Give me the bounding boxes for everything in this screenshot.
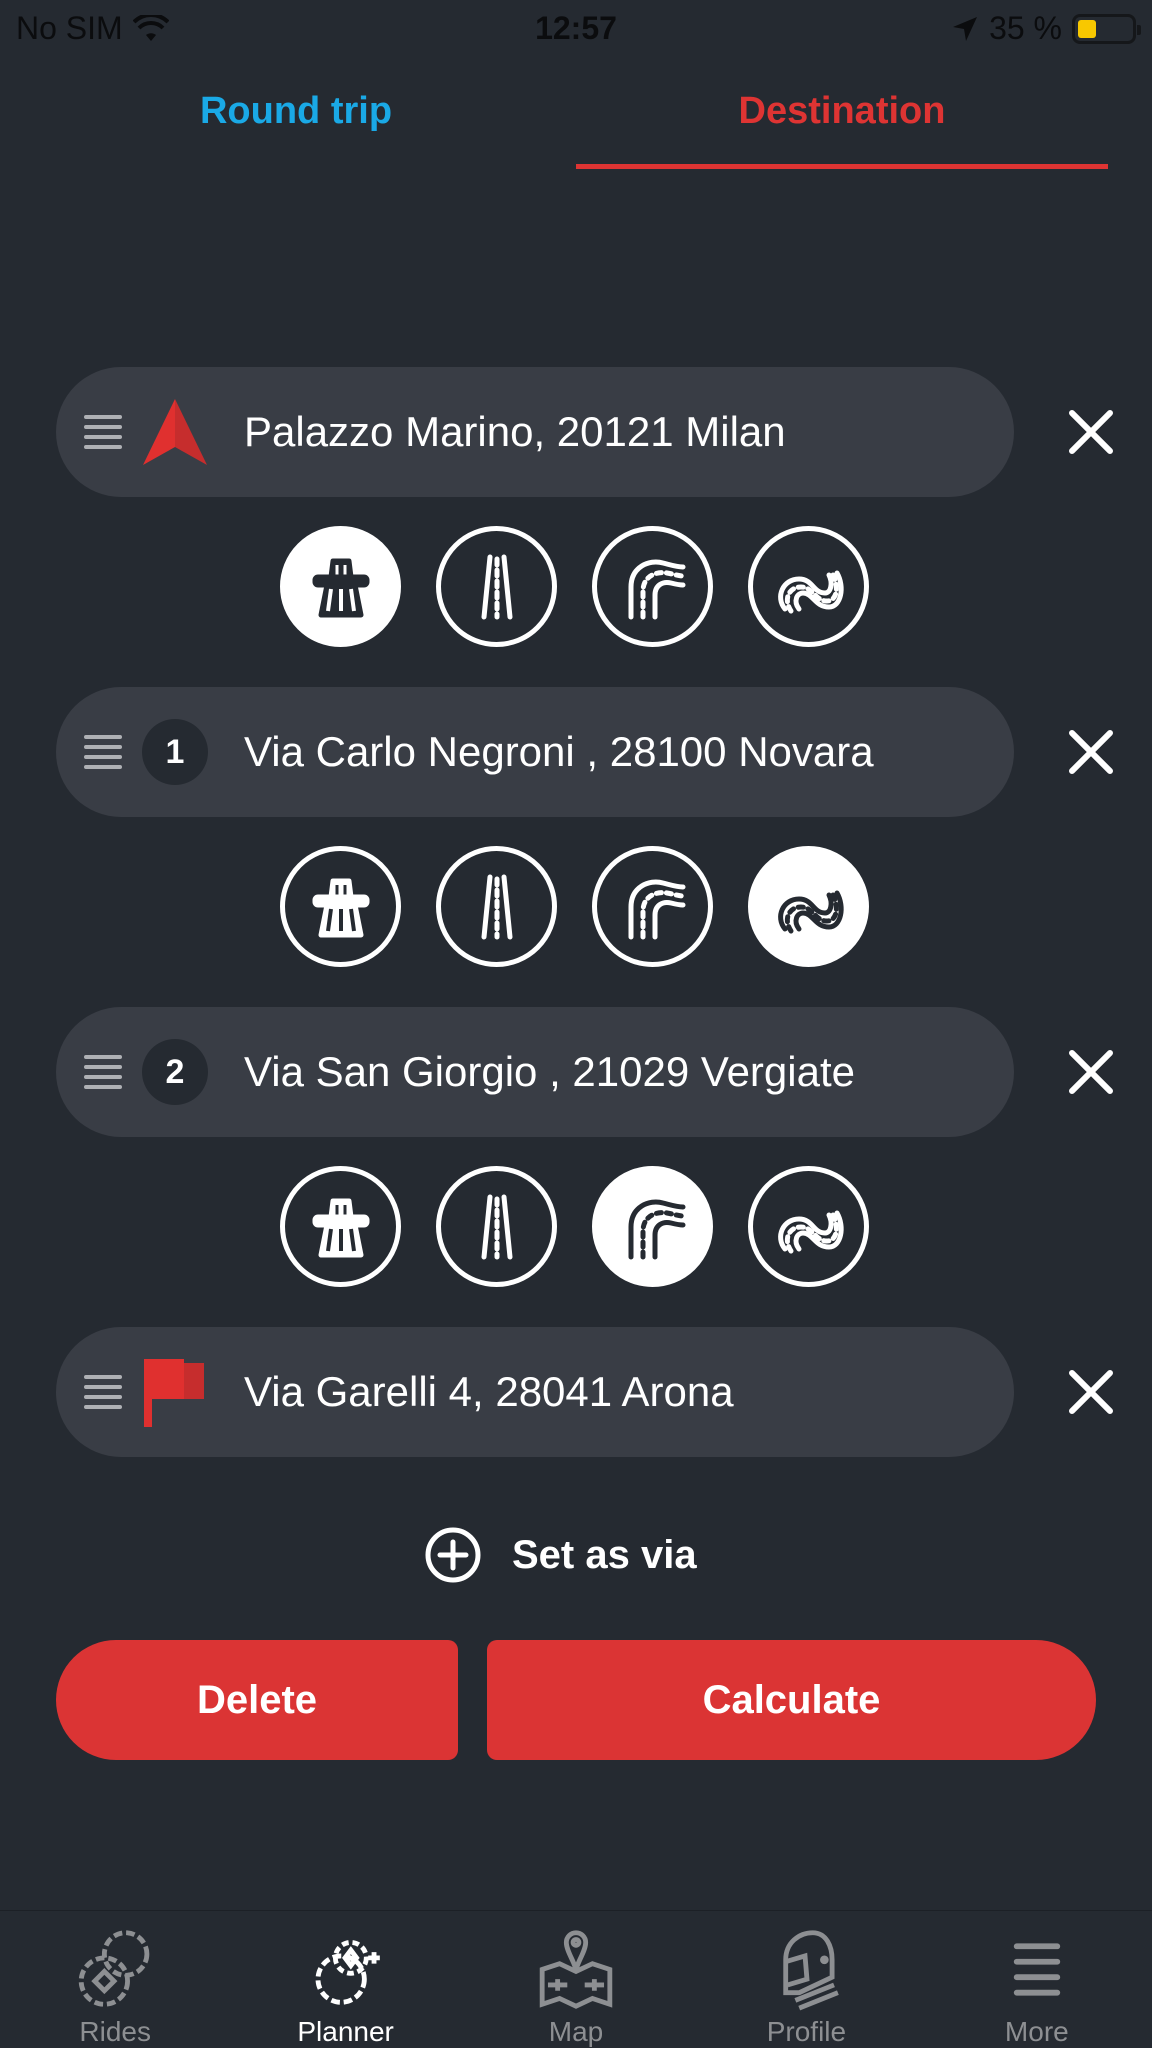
via-number-badge: 1 (142, 719, 208, 785)
highway-icon (312, 878, 369, 937)
drag-handle-icon[interactable] (84, 735, 122, 769)
drag-handle-icon[interactable] (84, 415, 122, 449)
plus-circle-icon (425, 1527, 481, 1583)
route-style-straight-button[interactable] (436, 526, 557, 647)
route-style-selector-segment-1 (280, 526, 869, 647)
waypoint-row-destination[interactable]: Via Garelli 4, 28041 Arona (56, 1327, 1014, 1457)
tab-more[interactable]: More (922, 1911, 1152, 2048)
route-style-highway-button[interactable] (280, 1166, 401, 1287)
highway-icon (312, 1198, 369, 1257)
route-style-very-curvy-button[interactable] (748, 1166, 869, 1287)
straight-road-icon (481, 554, 512, 619)
straight-road-icon (481, 1194, 512, 1259)
start-arrow-icon (140, 397, 210, 467)
tab-rides-label: Rides (79, 2016, 151, 2047)
curvy-road-icon (628, 1199, 685, 1259)
highway-icon (312, 558, 369, 617)
remove-waypoint-1-close-icon[interactable] (1064, 725, 1118, 779)
route-style-curvy-button[interactable] (592, 1166, 713, 1287)
waypoint-address[interactable]: Palazzo Marino, 20121 Milan (244, 408, 786, 456)
status-bar: No SIM 12:57 35 % (0, 0, 1152, 58)
active-tab-indicator (576, 164, 1108, 169)
route-style-straight-button[interactable] (436, 1166, 557, 1287)
tab-planner[interactable]: Planner (230, 1911, 460, 2048)
remove-waypoint-start-close-icon[interactable] (1064, 405, 1118, 459)
tab-more-label: More (1004, 2016, 1069, 2047)
tab-map[interactable]: Map (461, 1911, 691, 2048)
drag-handle-icon[interactable] (84, 1375, 122, 1409)
drag-handle-icon[interactable] (84, 1055, 122, 1089)
finish-flag-icon (140, 1357, 210, 1427)
very-curvy-road-icon (777, 890, 844, 933)
straight-road-icon (481, 874, 512, 939)
route-style-highway-button[interactable] (280, 526, 401, 647)
rides-icon (78, 1930, 150, 2007)
tab-map-label: Map (548, 2016, 604, 2047)
location-arrow-icon (953, 16, 978, 41)
waypoint-row-via-2[interactable]: 2 Via San Giorgio , 21029 Vergiate (56, 1007, 1014, 1137)
curvy-road-icon (628, 559, 685, 619)
battery-fill (1078, 19, 1097, 38)
remove-waypoint-2-close-icon[interactable] (1064, 1045, 1118, 1099)
set-as-via-button[interactable]: Set as via (424, 1526, 697, 1584)
calculate-button[interactable]: Calculate (487, 1640, 1096, 1760)
via-marker: 2 (140, 1037, 210, 1107)
via-marker: 1 (140, 717, 210, 787)
menu-icon (1013, 1943, 1061, 1996)
curvy-road-icon (628, 879, 685, 939)
very-curvy-road-icon (777, 1210, 844, 1253)
route-style-curvy-button[interactable] (592, 526, 713, 647)
waypoint-address[interactable]: Via Garelli 4, 28041 Arona (244, 1368, 734, 1416)
waypoint-address[interactable]: Via Carlo Negroni , 28100 Novara (244, 728, 874, 776)
planner-icon (315, 1939, 380, 2005)
route-style-curvy-button[interactable] (592, 846, 713, 967)
set-as-via-label: Set as via (512, 1532, 697, 1577)
tab-planner-label: Planner (297, 2016, 394, 2047)
via-number-badge: 2 (142, 1039, 208, 1105)
tab-profile[interactable]: Profile (691, 1911, 921, 2048)
tab-destination[interactable]: Destination (576, 90, 1108, 133)
waypoint-row-start[interactable]: Palazzo Marino, 20121 Milan (56, 367, 1014, 497)
helmet-icon (783, 1930, 840, 2011)
route-style-highway-button[interactable] (280, 846, 401, 967)
very-curvy-road-icon (777, 570, 844, 613)
route-style-very-curvy-button[interactable] (748, 846, 869, 967)
remove-destination-close-icon[interactable] (1064, 1365, 1118, 1419)
delete-button[interactable]: Delete (56, 1640, 458, 1760)
tab-rides[interactable]: Rides (0, 1911, 230, 2048)
map-icon (539, 1930, 613, 2009)
route-style-straight-button[interactable] (436, 846, 557, 967)
route-style-selector-segment-2 (280, 846, 869, 967)
battery-percent: 35 % (989, 10, 1062, 46)
route-style-very-curvy-button[interactable] (748, 526, 869, 647)
tab-profile-label: Profile (766, 2016, 847, 2047)
battery-icon (1072, 13, 1141, 44)
mode-tabs: Round trip Destination (0, 80, 1152, 170)
waypoint-row-via-1[interactable]: 1 Via Carlo Negroni , 28100 Novara (56, 687, 1014, 817)
bottom-tab-bar: Rides Planner Map Profile More (0, 1910, 1152, 2048)
route-style-selector-segment-3 (280, 1166, 869, 1287)
waypoint-address[interactable]: Via San Giorgio , 21029 Vergiate (244, 1048, 855, 1096)
tab-round-trip[interactable]: Round trip (0, 90, 592, 133)
